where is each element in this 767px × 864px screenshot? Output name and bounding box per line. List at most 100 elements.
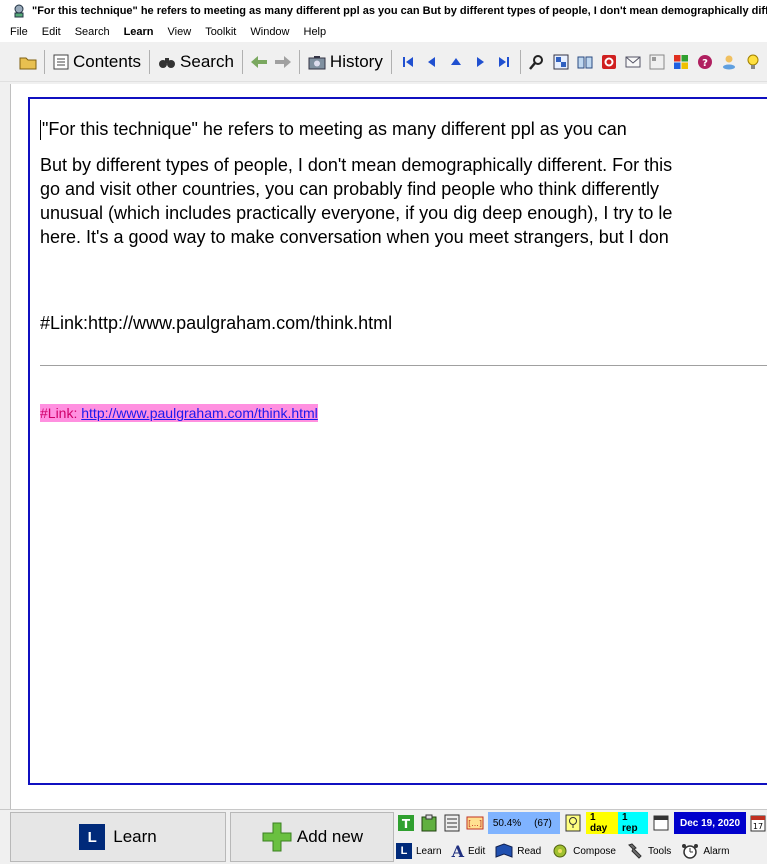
bottom-bar: L Learn Add new T [...] 50.4% (67) 1 day… xyxy=(0,809,767,864)
contents-icon xyxy=(53,54,69,69)
open-folder-button[interactable] xyxy=(16,49,40,75)
envelope-icon xyxy=(625,56,641,67)
bulb-button[interactable] xyxy=(563,813,583,833)
menu-view[interactable]: View xyxy=(168,26,192,38)
svg-text:[...]: [...] xyxy=(468,819,482,828)
menu-toolkit[interactable]: Toolkit xyxy=(205,26,236,38)
tab-compose[interactable]: Compose xyxy=(551,843,616,859)
add-new-label: Add new xyxy=(296,827,364,846)
window-button[interactable] xyxy=(651,813,671,833)
contents-button[interactable]: Contents xyxy=(49,49,145,75)
menu-edit[interactable]: Edit xyxy=(42,26,61,38)
window-icon xyxy=(653,815,669,831)
compose-icon xyxy=(553,844,567,858)
tab-learn[interactable]: L Learn xyxy=(396,843,442,859)
magnifier-icon xyxy=(528,54,543,70)
topic-button[interactable]: T xyxy=(396,813,416,833)
menu-learn[interactable]: Learn xyxy=(124,26,154,38)
mode-tabs: L Learn A Edit Read Compose Tools Alarm xyxy=(396,840,739,862)
dictionary-button[interactable] xyxy=(573,49,597,75)
interval-chip: 1 day xyxy=(586,812,618,834)
clipboard-button[interactable] xyxy=(419,813,439,833)
ellipsis-button[interactable]: [...] xyxy=(465,813,485,833)
date-chip: Dec 19, 2020 xyxy=(674,812,746,834)
tab-read-label: Read xyxy=(517,845,542,857)
status-row: T [...] 50.4% (67) 1 day 1 rep Dec 19, 2… xyxy=(396,812,767,834)
history-label: History xyxy=(329,51,383,71)
link-text-line: #Link:http://www.paulgraham.com/think.ht… xyxy=(40,313,393,333)
image-button[interactable] xyxy=(645,49,669,75)
folder-icon xyxy=(19,57,37,69)
element-editor[interactable]: "For this technique" he refers to meetin… xyxy=(28,97,767,785)
paragraph-line: unusual (which includes practically ever… xyxy=(40,203,673,223)
tab-read[interactable]: Read xyxy=(495,843,541,859)
editor-line-question[interactable]: "For this technique" he refers to meetin… xyxy=(40,117,767,141)
parent-button[interactable] xyxy=(444,49,468,75)
first-button[interactable] xyxy=(396,49,420,75)
clipboard-icon xyxy=(421,814,437,832)
menu-search[interactable]: Search xyxy=(75,26,110,38)
next-button[interactable] xyxy=(468,49,492,75)
window-title: "For this technique" he refers to meetin… xyxy=(32,5,767,17)
arrow-left-icon xyxy=(250,55,267,68)
question-text: "For this technique" he refers to meetin… xyxy=(42,119,627,139)
last-button[interactable] xyxy=(492,49,516,75)
content-area: "For this technique" he refers to meetin… xyxy=(10,84,767,809)
previous-button[interactable] xyxy=(420,49,444,75)
toolbar-separator xyxy=(519,49,521,74)
tab-alarm[interactable]: Alarm xyxy=(681,843,729,859)
tab-edit[interactable]: A Edit xyxy=(452,842,486,861)
idea-button[interactable] xyxy=(741,49,765,75)
tip-button[interactable] xyxy=(717,49,741,75)
editor-paragraph[interactable]: But by different types of people, I don'… xyxy=(40,153,767,249)
svg-text:T: T xyxy=(402,817,411,831)
paragraph-line: here. It's a good way to make conversati… xyxy=(40,227,669,247)
notes-button[interactable] xyxy=(442,813,462,833)
windows-button[interactable] xyxy=(669,49,693,75)
help-button[interactable]: ? xyxy=(693,49,717,75)
user-tip-icon xyxy=(722,55,735,69)
toolbar-separator xyxy=(149,49,151,74)
contents-label: Contents xyxy=(73,51,142,71)
menu-window[interactable]: Window xyxy=(250,26,289,38)
tab-learn-label: Learn xyxy=(416,845,442,857)
read-book-icon xyxy=(495,843,513,858)
tab-tools-label: Tools xyxy=(647,845,672,857)
search-button[interactable]: Search xyxy=(154,49,238,75)
windows-flag-icon xyxy=(673,54,688,69)
back-button[interactable] xyxy=(247,49,271,75)
title-bar: "For this technique" he refers to meetin… xyxy=(0,0,767,22)
translate-icon xyxy=(553,54,569,69)
triangle-up-icon xyxy=(450,57,461,65)
learn-button[interactable]: L Learn xyxy=(10,812,226,862)
google-button[interactable] xyxy=(597,49,621,75)
find-button[interactable] xyxy=(525,49,549,75)
skip-last-icon xyxy=(498,56,509,67)
notes-icon xyxy=(444,814,460,832)
toolbar-separator xyxy=(44,49,45,74)
mail-button[interactable] xyxy=(621,49,645,75)
menu-help[interactable]: Help xyxy=(304,26,327,38)
translate-button[interactable] xyxy=(549,49,573,75)
menu-file[interactable]: File xyxy=(10,26,28,38)
triangle-left-icon xyxy=(427,56,435,67)
paragraph-line: But by different types of people, I don'… xyxy=(40,155,673,175)
outstanding-count: (67) xyxy=(526,812,560,834)
learn-icon: L xyxy=(79,824,106,850)
menu-bar: File Edit Search Learn View Toolkit Wind… xyxy=(0,22,767,42)
app-icon xyxy=(14,4,24,18)
triangle-right-icon xyxy=(476,56,484,67)
calendar-button[interactable]: 17 xyxy=(750,813,766,833)
reference-link: #Link: http://www.paulgraham.com/think.h… xyxy=(40,404,318,422)
retention-percent: 50.4% xyxy=(488,812,526,834)
forward-button[interactable] xyxy=(271,49,295,75)
add-new-button[interactable]: Add new xyxy=(230,812,394,862)
tab-edit-label: Edit xyxy=(468,845,486,857)
alarm-clock-icon xyxy=(682,844,699,859)
history-button[interactable]: History xyxy=(304,49,387,75)
arrow-right-icon xyxy=(274,55,291,68)
reference-url[interactable]: http://www.paulgraham.com/think.html xyxy=(81,405,318,421)
repetitions-chip: 1 rep xyxy=(618,812,648,834)
wrench-icon xyxy=(628,843,642,859)
tab-tools[interactable]: Tools xyxy=(626,843,671,859)
